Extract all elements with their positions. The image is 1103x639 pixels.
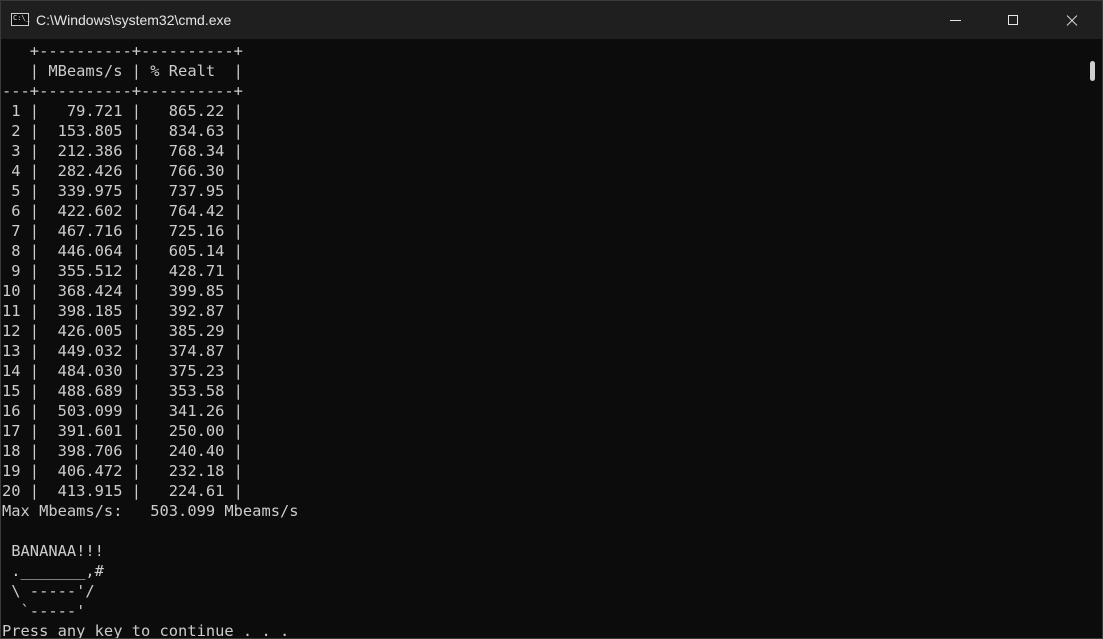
console-line: 17 | 391.601 | 250.00 |	[2, 422, 243, 440]
minimize-icon	[949, 19, 961, 21]
console-line: 1 | 79.721 | 865.22 |	[2, 102, 243, 120]
console-line: 13 | 449.032 | 374.87 |	[2, 342, 243, 360]
cmd-window: C:\_ C:\Windows\system32\cmd.exe +------…	[0, 0, 1103, 639]
console-line: 6 | 422.602 | 764.42 |	[2, 202, 243, 220]
console-line: 16 | 503.099 | 341.26 |	[2, 402, 243, 420]
console-line: 8 | 446.064 | 605.14 |	[2, 242, 243, 260]
console-line: 5 | 339.975 | 737.95 |	[2, 182, 243, 200]
maximize-icon	[1008, 15, 1018, 25]
console-line: 20 | 413.915 | 224.61 |	[2, 482, 243, 500]
console-line: 4 | 282.426 | 766.30 |	[2, 162, 243, 180]
cmd-icon[interactable]: C:\_	[11, 13, 30, 26]
console-line: BANANAA!!!	[2, 542, 104, 560]
console-line: 3 | 212.386 | 768.34 |	[2, 142, 243, 160]
console-line: 12 | 426.005 | 385.29 |	[2, 322, 243, 340]
console-line: ._______,#	[2, 562, 104, 580]
console-line: Max Mbeams/s: 503.099 Mbeams/s	[2, 502, 299, 520]
maximize-button[interactable]	[984, 1, 1042, 39]
scrollbar-thumb[interactable]	[1090, 61, 1095, 81]
console-line: 10 | 368.424 | 399.85 |	[2, 282, 243, 300]
window-title: C:\Windows\system32\cmd.exe	[36, 12, 232, 28]
console-line: ---+----------+----------+	[2, 82, 243, 100]
console-line: 9 | 355.512 | 428.71 |	[2, 262, 243, 280]
close-icon	[1065, 13, 1079, 27]
title-bar[interactable]: C:\_ C:\Windows\system32\cmd.exe	[1, 1, 1102, 39]
console-line: 18 | 398.706 | 240.40 |	[2, 442, 243, 460]
console-line: 19 | 406.472 | 232.18 |	[2, 462, 243, 480]
console-line: 7 | 467.716 | 725.16 |	[2, 222, 243, 240]
console-line: | MBeams/s | % Realt |	[2, 62, 243, 80]
console-line: `-----'	[2, 602, 86, 620]
vertical-scrollbar[interactable]	[1084, 39, 1101, 638]
console-line: 15 | 488.689 | 353.58 |	[2, 382, 243, 400]
console-line: \ -----'/	[2, 582, 95, 600]
cmd-icon-label: C:\_	[13, 14, 30, 22]
console-output[interactable]: +----------+----------+ | MBeams/s | % R…	[2, 41, 1080, 638]
console-line: +----------+----------+	[2, 42, 243, 60]
console-line: 11 | 398.185 | 392.87 |	[2, 302, 243, 320]
minimize-button[interactable]	[926, 1, 984, 39]
console-line: Press any key to continue . . .	[2, 622, 290, 638]
console-line: 14 | 484.030 | 375.23 |	[2, 362, 243, 380]
close-button[interactable]	[1043, 1, 1101, 39]
console-line: 2 | 153.805 | 834.63 |	[2, 122, 243, 140]
